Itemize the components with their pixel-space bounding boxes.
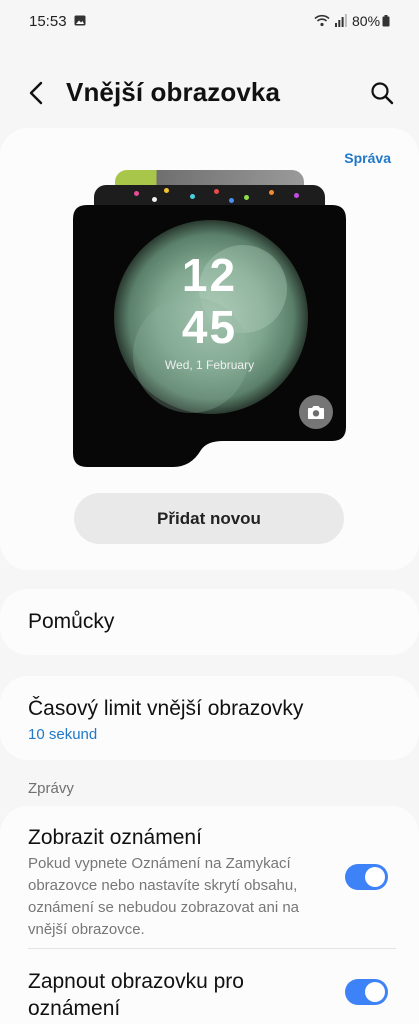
signal-icon bbox=[335, 14, 347, 27]
manage-link[interactable]: Správa bbox=[344, 150, 391, 166]
wake-screen-toggle[interactable] bbox=[345, 979, 388, 1005]
back-arrow-icon[interactable] bbox=[24, 79, 50, 107]
toggle-knob bbox=[365, 867, 385, 887]
messages-section-header: Zprávy bbox=[28, 780, 74, 797]
wake-screen-title[interactable]: Zapnout obrazovku pro oznámení bbox=[28, 968, 318, 1022]
page-title: Vnější obrazovka bbox=[66, 77, 281, 107]
wifi-icon bbox=[314, 14, 330, 27]
battery-icon bbox=[382, 15, 390, 27]
add-new-button[interactable]: Přidat novou bbox=[74, 493, 344, 544]
show-notifications-description: Pokud vypnete Oznámení na Zamykací obraz… bbox=[28, 855, 300, 938]
status-time: 15:53 bbox=[29, 13, 67, 30]
photo-icon bbox=[74, 15, 86, 26]
toggle-knob bbox=[365, 982, 385, 1002]
show-notifications-toggle[interactable] bbox=[345, 864, 388, 890]
screen-timeout-label: Časový limit vnější obrazovky bbox=[28, 697, 304, 720]
widgets-label: Pomůcky bbox=[28, 610, 115, 633]
clock-hour: 12 bbox=[181, 249, 238, 301]
search-icon[interactable] bbox=[369, 80, 395, 106]
clock-date: Wed, 1 February bbox=[164, 358, 255, 372]
clock-minute: 45 bbox=[181, 301, 238, 353]
screen-timeout-value: 10 sekund bbox=[28, 726, 98, 743]
divider bbox=[28, 948, 396, 949]
battery-percent: 80% bbox=[352, 13, 381, 29]
status-bar: 15:53 80% bbox=[0, 0, 419, 44]
camera-button[interactable] bbox=[299, 395, 333, 429]
show-notifications-title[interactable]: Zobrazit oznámení bbox=[28, 826, 202, 850]
camera-icon bbox=[308, 406, 324, 419]
